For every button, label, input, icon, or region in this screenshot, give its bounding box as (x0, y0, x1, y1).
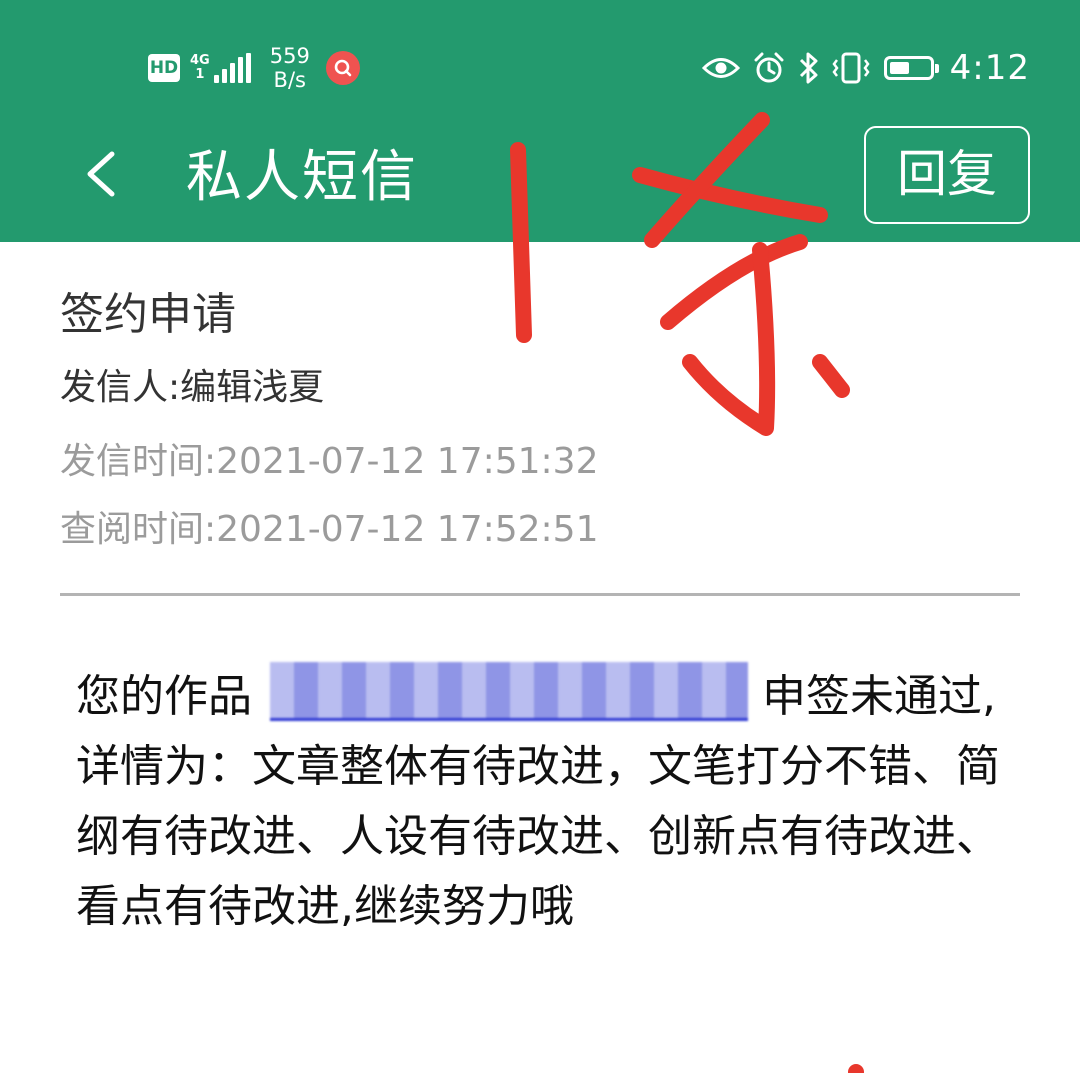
annotation-stroke-6 (812, 354, 850, 398)
network-type: 4G 1 (190, 54, 210, 82)
screen: HD 4G 1 559 B/s 4:12 私人短信 回复 签约申请 发信人:编辑… (0, 0, 1080, 1073)
search-notification-icon (325, 51, 360, 85)
message-sent-time: 发信时间:2021-07-12 17:51:32 (60, 441, 599, 482)
reply-button[interactable]: 回复 (864, 126, 1030, 224)
network-speed: 559 B/s (270, 44, 310, 92)
page-title: 私人短信 (186, 145, 418, 210)
battery-fill (889, 62, 910, 74)
chevron-left-icon (87, 151, 115, 197)
message-body: 您的作品 申签未通过,详情为：文章整体有待改进，文笔打分不错、简纲有待改进、人设有… (76, 662, 1016, 942)
back-button[interactable] (70, 146, 126, 202)
message-subject: 签约申请 (60, 289, 236, 340)
alarm-icon (752, 51, 786, 85)
annotation-stroke-4 (660, 234, 808, 330)
eye-icon (701, 55, 740, 81)
bluetooth-icon (798, 51, 820, 85)
network-label: 4G (190, 53, 210, 68)
battery-icon (883, 56, 939, 80)
annotation-dot (848, 1064, 864, 1073)
status-left: HD 4G 1 559 B/s (148, 42, 360, 94)
header: HD 4G 1 559 B/s 4:12 私人短信 回复 (0, 0, 1080, 242)
status-right: 4:12 (690, 42, 1030, 94)
speed-unit: B/s (273, 68, 306, 92)
signal-icon (213, 53, 254, 83)
status-bar: HD 4G 1 559 B/s 4:12 (0, 0, 1080, 120)
vibrate-icon (832, 51, 870, 85)
message-sender: 发信人:编辑浅夏 (60, 367, 325, 408)
work-title-link-redacted[interactable] (270, 662, 748, 721)
body-prefix: 您的作品 (76, 671, 252, 722)
speed-value: 559 (269, 44, 310, 68)
hd-badge: HD (148, 54, 180, 82)
app-bar: 私人短信 回复 (0, 120, 1080, 242)
divider (60, 593, 1020, 596)
annotation-stroke-5 (682, 242, 776, 436)
message-read-time: 查阅时间:2021-07-12 17:52:51 (60, 509, 599, 550)
status-time: 4:12 (949, 48, 1030, 88)
network-sub-label: 1 (195, 67, 205, 82)
